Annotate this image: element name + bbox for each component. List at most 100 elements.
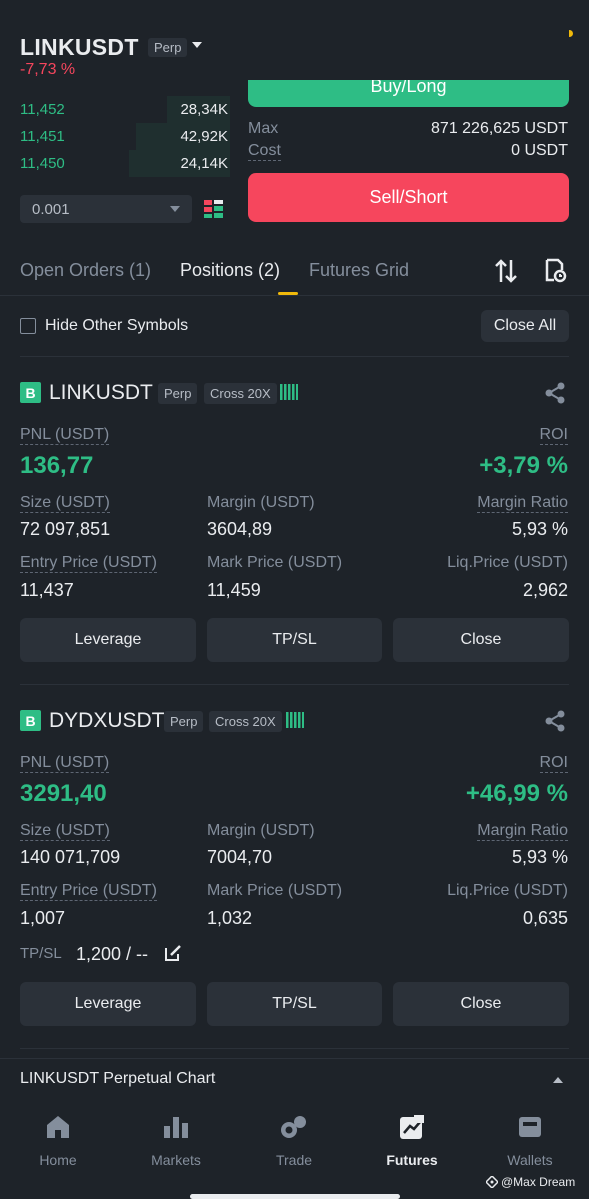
hide-other-symbols-checkbox[interactable]: [20, 318, 36, 334]
perp-chip: Perp: [158, 383, 198, 404]
signal-strength-icon: [280, 384, 298, 405]
chart-bar-label: LINKUSDT Perpetual Chart: [20, 1070, 216, 1087]
positions-tabs: Open Orders (1) Positions (2) Futures Gr…: [0, 250, 589, 296]
edit-icon[interactable]: [164, 944, 182, 967]
nav-home-label: Home: [39, 1152, 77, 1168]
order-history-icon[interactable]: [543, 258, 567, 289]
close-label: Close: [460, 995, 502, 1012]
nav-trade-label: Trade: [275, 1152, 313, 1168]
signal-strength-icon: [286, 712, 304, 733]
nav-wallets[interactable]: Wallets: [480, 1110, 580, 1168]
mark-price-label: Mark Price (USDT): [207, 554, 343, 571]
home-indicator: [190, 1194, 400, 1199]
ob-price: 11,452: [20, 101, 65, 118]
margin-value: 3604,89: [207, 519, 273, 539]
size-label: Size (USDT): [20, 494, 110, 513]
orderbook-row[interactable]: 11,452 28,34K: [20, 96, 230, 123]
perp-chip: Perp: [164, 711, 204, 732]
tpsl-button[interactable]: TP/SL: [207, 982, 382, 1026]
liq-price-value: 2,962: [522, 580, 568, 600]
tpsl-value: 1,200 / --: [76, 944, 149, 964]
side-badge: B: [20, 382, 41, 403]
size-label: Size (USDT): [20, 822, 110, 841]
entry-price-label: Entry Price (USDT): [20, 554, 157, 573]
liq-price-value: 0,635: [522, 908, 568, 928]
trade-icon: [244, 1110, 344, 1144]
tpsl-button[interactable]: TP/SL: [207, 618, 382, 662]
tpsl-label: TP/SL: [20, 945, 62, 962]
share-icon[interactable]: [544, 710, 566, 737]
close-all-button[interactable]: Close All: [481, 310, 569, 342]
liq-price-label: Liq.Price (USDT): [447, 882, 568, 899]
side-badge: B: [20, 710, 41, 731]
entry-price-value: 1,007: [20, 908, 66, 928]
margin-ratio-label: Margin Ratio: [477, 494, 568, 513]
margin-ratio-value: 5,93 %: [511, 519, 568, 539]
divider: [20, 684, 569, 685]
margin-mode-chip: Cross 20X: [204, 383, 277, 404]
cost-value: 0 USDT: [511, 142, 568, 159]
nav-markets[interactable]: Markets: [126, 1110, 226, 1168]
nav-futures-label: Futures: [386, 1152, 438, 1168]
ob-qty: 24,14K: [180, 155, 228, 172]
margin-value: 7004,70: [207, 847, 273, 867]
roi-value: +46,99 %: [465, 780, 568, 807]
position-symbol[interactable]: DYDXUSDT: [49, 709, 165, 733]
pnl-value: 136,77: [20, 452, 94, 479]
roi-label: ROI: [539, 754, 568, 773]
ob-qty: 42,92K: [180, 128, 228, 145]
chevron-up-icon: [553, 1077, 563, 1083]
roi-label: ROI: [539, 426, 568, 445]
orderbook-layout-icon[interactable]: [203, 198, 225, 225]
sell-short-label: Sell/Short: [369, 187, 448, 207]
home-icon: [8, 1110, 108, 1144]
margin-label: Margin (USDT): [207, 494, 315, 511]
nav-futures[interactable]: Futures: [362, 1110, 462, 1168]
roi-value: +3,79 %: [479, 452, 568, 479]
watermark: @Max Dream: [486, 1175, 575, 1189]
margin-label: Margin (USDT): [207, 822, 315, 839]
ob-price: 11,451: [20, 128, 65, 145]
wallet-icon: [480, 1110, 580, 1144]
margin-ratio-value: 5,93 %: [511, 847, 568, 867]
margin-mode-chip: Cross 20X: [209, 711, 282, 732]
max-value: 871 226,625 USDT: [431, 120, 568, 137]
mark-price-value: 11,459: [207, 580, 261, 600]
ob-qty: 28,34K: [180, 101, 228, 118]
orderbook-row[interactable]: 11,450 24,14K: [20, 150, 230, 177]
sort-icon[interactable]: [494, 258, 518, 289]
close-position-button[interactable]: Close: [393, 982, 569, 1026]
nav-home[interactable]: Home: [8, 1110, 108, 1168]
size-value: 72 097,851: [20, 519, 111, 539]
close-position-button[interactable]: Close: [393, 618, 569, 662]
tpsl-label: TP/SL: [272, 995, 317, 1012]
share-icon[interactable]: [544, 382, 566, 409]
precision-select[interactable]: 0.001: [20, 195, 192, 223]
entry-price-value: 11,437: [20, 580, 74, 600]
tab-open-orders[interactable]: Open Orders (1): [20, 260, 151, 281]
close-all-label: Close All: [493, 317, 557, 334]
position-symbol[interactable]: LINKUSDT: [49, 381, 153, 405]
hide-other-symbols-label[interactable]: Hide Other Symbols: [45, 317, 188, 335]
leverage-button[interactable]: Leverage: [20, 618, 196, 662]
mark-price-label: Mark Price (USDT): [207, 882, 343, 899]
tab-futures-grid[interactable]: Futures Grid: [309, 260, 409, 281]
watermark-icon: [486, 1176, 498, 1188]
active-tab-indicator: [278, 292, 298, 295]
leverage-label: Leverage: [74, 995, 142, 1012]
pnl-label: PNL (USDT): [20, 754, 110, 773]
orderbook-row[interactable]: 11,451 42,92K: [20, 123, 230, 150]
mark-price-value: 1,032: [207, 908, 253, 928]
tab-positions[interactable]: Positions (2): [180, 260, 280, 281]
chevron-down-icon: [170, 206, 180, 212]
tpsl-label: TP/SL: [272, 631, 317, 648]
nav-markets-label: Markets: [151, 1152, 201, 1168]
chart-bar[interactable]: LINKUSDT Perpetual Chart: [0, 1058, 589, 1100]
sell-short-button[interactable]: Sell/Short: [248, 173, 569, 222]
precision-value: 0.001: [32, 200, 70, 218]
divider: [20, 356, 569, 357]
margin-ratio-label: Margin Ratio: [477, 822, 568, 841]
leverage-button[interactable]: Leverage: [20, 982, 196, 1026]
ob-price: 11,450: [20, 155, 65, 172]
nav-trade[interactable]: Trade: [244, 1110, 344, 1168]
